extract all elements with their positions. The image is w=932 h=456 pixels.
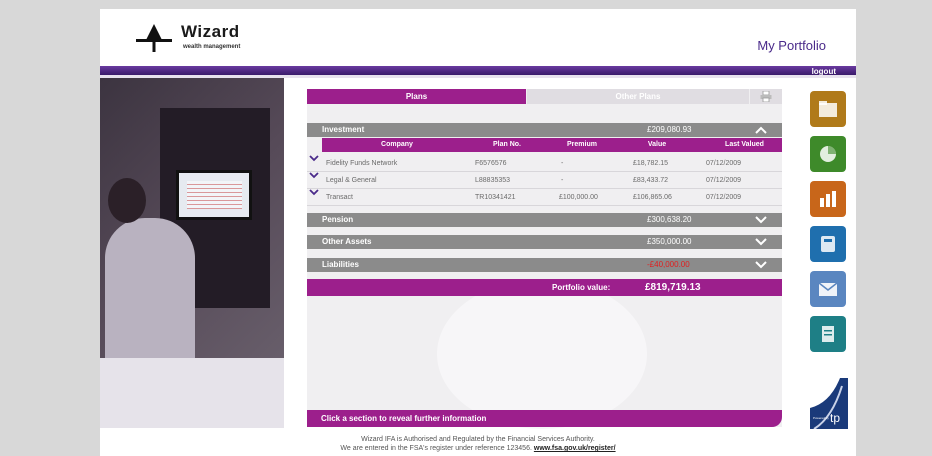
cell-value: £106,865.06 [633,194,672,201]
cell-last-valued: 07/12/2009 [706,160,742,167]
chevron-down-icon[interactable] [309,154,319,162]
col-last-valued: Last Valued [725,141,764,148]
page: Wizard wealth management My Portfolio lo… [100,9,856,456]
chevron-down-icon[interactable] [754,236,768,248]
legal-notice: Wizard IFA is Authorised and Regulated b… [100,435,856,453]
brand-name: Wizard [181,22,240,41]
cell-last-valued: 07/12/2009 [706,194,742,201]
col-company: Company [381,141,413,148]
cell-plan-no: L88835353 [475,177,511,184]
legal-line-2: We are entered in the FSA's register und… [100,444,856,453]
powered-by-prefix: Powered by [813,416,829,420]
hint-bar: Click a section to reveal further inform… [307,410,782,427]
investment-table-header: Company Plan No. Premium Value Last Valu… [322,138,782,152]
cell-value: £18,782.15 [633,160,669,167]
print-button[interactable] [750,89,782,104]
legal-line-1: Wizard IFA is Authorised and Regulated b… [361,436,595,443]
calculator-icon [821,236,835,252]
pie-chart-icon [820,146,836,162]
section-amount: £350,000.00 [647,237,692,246]
portfolio-panel: Plans Other Plans Investment £209,080.93… [307,89,782,429]
table-row[interactable]: Legal & General L88835353 - £83,433.72 0… [307,172,782,189]
section-pension[interactable]: Pension £300,638.20 [307,213,782,227]
chevron-up-icon[interactable] [754,124,768,136]
powered-by-logo: Powered by tp [810,378,848,430]
table-row[interactable]: Fidelity Funds Network F6576576 - £18,78… [307,155,782,172]
section-investment[interactable]: Investment £209,080.93 [307,123,782,137]
section-label: Investment [322,125,365,134]
brand-logo[interactable]: Wizard wealth management [136,22,296,56]
cell-premium: - [561,160,564,167]
document-icon [822,326,834,342]
section-amount: £300,638.20 [647,215,692,224]
folder-button[interactable] [810,91,846,127]
legal-line-2-text: We are entered in the FSA's register und… [340,445,532,452]
section-label: Liabilities [322,260,359,269]
col-plan-no: Plan No. [492,141,521,148]
printer-icon [760,91,772,102]
powered-by-mark: tp [830,411,841,425]
photo-head [108,178,146,223]
section-amount: -£40,000.00 [647,260,690,269]
col-premium: Premium [567,141,597,148]
portfolio-value-label: Portfolio value: [552,283,611,292]
cell-plan-no: F6576576 [475,160,507,167]
chevron-down-icon[interactable] [754,214,768,226]
cell-premium: - [561,177,564,184]
portfolio-total: Portfolio value: £819,719.13 [307,279,782,296]
tp-logo-icon [810,378,848,430]
cell-value: £83,433.72 [633,177,669,184]
col-value: Value [647,141,667,148]
chevron-down-icon[interactable] [309,171,319,179]
cell-premium: £100,000.00 [559,194,598,201]
hero-photo [100,78,284,428]
calculator-button[interactable] [810,226,846,262]
document-button[interactable] [810,316,846,352]
brand-tagline: wealth management [183,44,241,50]
envelope-icon [818,282,838,296]
tab-other-plans[interactable]: Other Plans [527,89,749,104]
cell-company: Transact [326,194,353,201]
bar-chart-icon [820,191,836,207]
table-row[interactable]: Transact TR10341421 £100,000.00 £106,865… [307,189,782,206]
cell-last-valued: 07/12/2009 [706,177,742,184]
folder-icon [819,101,837,117]
photo-bed [100,358,284,428]
wizard-logo-icon [136,24,172,52]
envelope-button[interactable] [810,271,846,307]
pie-chart-button[interactable] [810,136,846,172]
logout-link[interactable]: logout [812,67,836,76]
fsa-register-link[interactable]: www.fsa.gov.uk/register/ [534,445,616,452]
bar-chart-button[interactable] [810,181,846,217]
tab-plans[interactable]: Plans [307,89,526,104]
tab-bar: Plans Other Plans [307,89,782,104]
panel-watermark [437,279,647,429]
section-label: Pension [322,215,354,224]
cell-plan-no: TR10341421 [475,194,516,201]
section-liabilities[interactable]: Liabilities -£40,000.00 [307,258,782,272]
hint-text: Click a section to reveal further inform… [321,414,487,423]
photo-person [105,218,195,368]
cell-company: Fidelity Funds Network [326,160,398,167]
cell-company: Legal & General [326,177,377,184]
portfolio-value: £819,719.13 [645,282,701,293]
section-amount: £209,080.93 [647,125,692,134]
top-bar [100,66,856,75]
chevron-down-icon[interactable] [754,259,768,271]
page-title: My Portfolio [757,38,826,53]
chevron-down-icon[interactable] [309,188,319,196]
photo-screen [176,170,252,220]
section-label: Other Assets [322,237,372,246]
section-other-assets[interactable]: Other Assets £350,000.00 [307,235,782,249]
